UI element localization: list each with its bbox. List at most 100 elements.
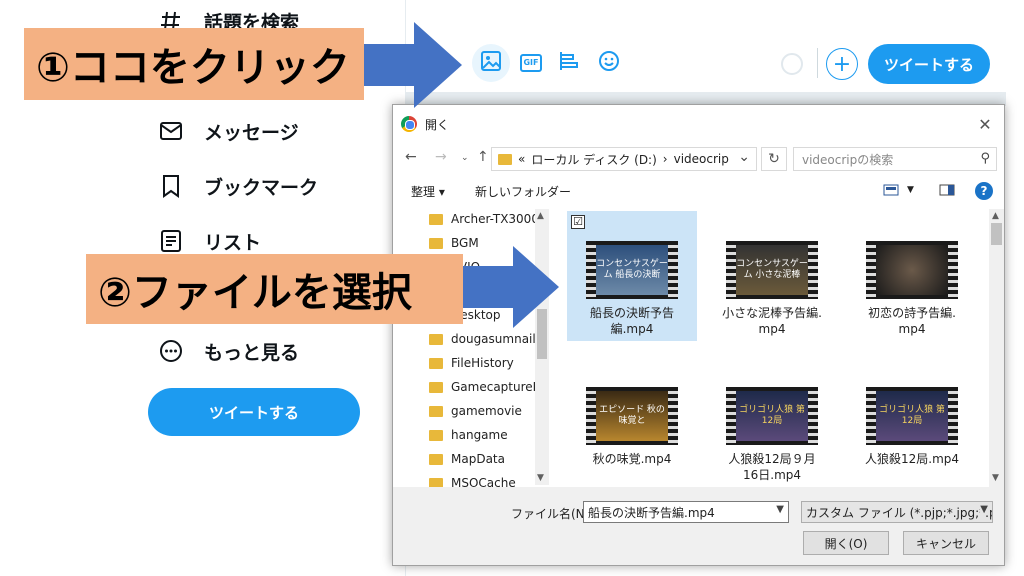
filetype-select[interactable]: カスタム ファイル (*.pjp;*.jpg;*.pjpe ▼ [801, 501, 993, 523]
tree-item-label: GamecaptureH [451, 380, 542, 394]
composer-tweet-button[interactable]: ツイートする [868, 44, 990, 84]
tree-item-label: MapData [451, 452, 505, 466]
video-thumbnail [866, 241, 958, 299]
folder-icon [429, 477, 443, 487]
file-item[interactable]: ゴリゴリ人狼 第12局 人狼殺12局９月 16日.mp4 [707, 357, 837, 487]
image-upload-button[interactable] [472, 44, 510, 82]
dialog-footer: ファイル名(N): 船長の決断予告編.mp4 ▼ カスタム ファイル (*.pj… [393, 487, 1004, 565]
tree-item[interactable]: gamemovie [429, 401, 522, 421]
tree-item[interactable]: dougasumnail [429, 329, 536, 349]
sidebar-item-label: メッセージ [204, 121, 299, 144]
thumbnail-text [876, 245, 948, 295]
image-icon [480, 50, 502, 76]
emoji-icon [598, 50, 620, 76]
cancel-button[interactable]: キャンセル [903, 531, 989, 555]
tree-item[interactable]: GamecaptureH [429, 377, 542, 397]
file-name: 人狼殺12局.mp4 [864, 452, 960, 466]
folder-icon [429, 405, 443, 417]
sidebar-item-lists[interactable]: リスト [158, 226, 261, 256]
breadcrumb-separator[interactable]: › [663, 152, 668, 166]
dialog-search-input[interactable]: videocripの検索 ⚲ [793, 147, 997, 171]
preview-pane-icon[interactable] [939, 183, 955, 197]
sidebar-item-label: リスト [204, 231, 262, 254]
bookmark-icon [158, 173, 184, 199]
file-item[interactable]: 初恋の詩予告編. mp4 [847, 211, 977, 341]
refresh-icon[interactable]: ↻ [761, 147, 787, 171]
thumbnail-text: ゴリゴリ人狼 第12局 [876, 391, 948, 441]
file-grid-scrollbar[interactable] [989, 209, 1004, 487]
view-dropdown-icon[interactable]: ▼ [907, 185, 914, 195]
folder-icon [429, 381, 443, 393]
tree-item-label: hangame [451, 428, 508, 442]
organize-menu[interactable]: 整理 ▾ [411, 183, 445, 200]
address-bar[interactable]: « ローカル ディスク (D:) › videocrip ⌄ [491, 147, 757, 171]
file-name: 初恋の詩予告編. mp4 [868, 306, 956, 336]
file-grid-scrollbar-thumb[interactable] [991, 223, 1002, 245]
more-icon [158, 338, 184, 364]
tree-item-label: Archer-TX3000E [451, 212, 543, 226]
new-folder-button[interactable]: 新しいフォルダー [475, 183, 571, 200]
file-open-dialog: 開く ✕ ← → ⌄ ↑ « ローカル ディスク (D:) › videocri… [392, 104, 1005, 566]
help-icon[interactable]: ? [975, 182, 993, 200]
up-arrow-icon[interactable]: ↑ [477, 149, 489, 165]
file-item[interactable]: コンセンサスゲーム 小さな泥棒 小さな泥棒予告編. mp4 [707, 211, 837, 341]
folder-icon [429, 213, 443, 225]
chevron-down-icon[interactable]: ▼ [980, 504, 988, 515]
view-options-icon[interactable] [883, 183, 899, 197]
command-bar: 整理 ▾ 新しいフォルダー ▼ ? [393, 177, 1004, 205]
scroll-down-icon[interactable]: ▼ [537, 473, 544, 483]
callout-step1: ①ココをクリック [24, 28, 364, 100]
tree-item[interactable]: MSOCache [429, 473, 516, 487]
emoji-button[interactable] [590, 44, 628, 82]
file-item[interactable]: ☑ コンセンサスゲーム 船長の決断 船長の決断予告 編.mp4 [567, 211, 697, 341]
scroll-up-icon[interactable]: ▲ [537, 211, 544, 221]
video-thumbnail: エピソード 秋の味覚と [586, 387, 678, 445]
dialog-titlebar: 開く [393, 105, 1004, 143]
file-name: 小さな泥棒予告編. mp4 [722, 306, 822, 336]
tree-item[interactable]: MapData [429, 449, 505, 469]
scroll-up-icon[interactable]: ▲ [992, 211, 999, 221]
sidebar-item-more[interactable]: もっと見る [158, 336, 299, 366]
list-icon [158, 228, 184, 254]
close-icon[interactable]: ✕ [972, 111, 998, 137]
back-arrow-icon[interactable]: ← [405, 149, 417, 165]
tree-item[interactable]: Archer-TX3000E [429, 209, 543, 229]
search-icon: ⚲ [980, 151, 990, 166]
envelope-icon [158, 118, 184, 144]
thumbnail-text: エピソード 秋の味覚と [596, 391, 668, 441]
address-dropdown-icon[interactable]: ⌄ [738, 149, 750, 165]
video-thumbnail: ゴリゴリ人狼 第12局 [726, 387, 818, 445]
video-thumbnail: ゴリゴリ人狼 第12局 [866, 387, 958, 445]
poll-button[interactable] [550, 44, 588, 82]
sidebar-item-messages[interactable]: メッセージ [158, 116, 299, 146]
file-name: 人狼殺12局９月 16日.mp4 [728, 452, 816, 482]
tree-item[interactable]: FileHistory [429, 353, 514, 373]
path-overflow[interactable]: « [518, 152, 525, 166]
video-thumbnail: コンセンサスゲーム 小さな泥棒 [726, 241, 818, 299]
chevron-down-icon[interactable]: ▼ [776, 504, 784, 515]
recent-dropdown-icon[interactable]: ⌄ [461, 153, 469, 163]
sidebar-item-bookmarks[interactable]: ブックマーク [158, 171, 318, 201]
file-item[interactable]: ゴリゴリ人狼 第12局 人狼殺12局.mp4 [847, 357, 977, 487]
gif-button[interactable]: GIF [512, 44, 550, 82]
add-thread-button[interactable]: + [826, 48, 858, 80]
thumbnail-text: ゴリゴリ人狼 第12局 [736, 391, 808, 441]
breadcrumb-folder[interactable]: videocrip [674, 152, 729, 166]
file-name: 船長の決断予告 編.mp4 [589, 306, 674, 336]
sidebar-tweet-button[interactable]: ツイートする [148, 388, 360, 436]
gif-icon: GIF [520, 54, 542, 72]
tree-item-label: dougasumnail [451, 332, 536, 346]
tree-item-label: MSOCache [451, 476, 516, 487]
tree-item[interactable]: hangame [429, 425, 508, 445]
arrow-right-icon [364, 22, 462, 108]
filename-input[interactable]: 船長の決断予告編.mp4 ▼ [583, 501, 789, 523]
filetype-value: カスタム ファイル (*.pjp;*.jpg;*.pjpe [806, 505, 992, 520]
open-button[interactable]: 開く(O) [803, 531, 889, 555]
checkbox-icon[interactable]: ☑ [571, 215, 585, 229]
video-thumbnail: コンセンサスゲーム 船長の決断 [586, 241, 678, 299]
forward-arrow-icon[interactable]: → [435, 149, 447, 165]
folder-icon [429, 453, 443, 465]
breadcrumb-drive[interactable]: ローカル ディスク (D:) [531, 151, 656, 168]
file-item[interactable]: エピソード 秋の味覚と 秋の味覚.mp4 [567, 357, 697, 487]
scroll-down-icon[interactable]: ▼ [992, 473, 999, 483]
